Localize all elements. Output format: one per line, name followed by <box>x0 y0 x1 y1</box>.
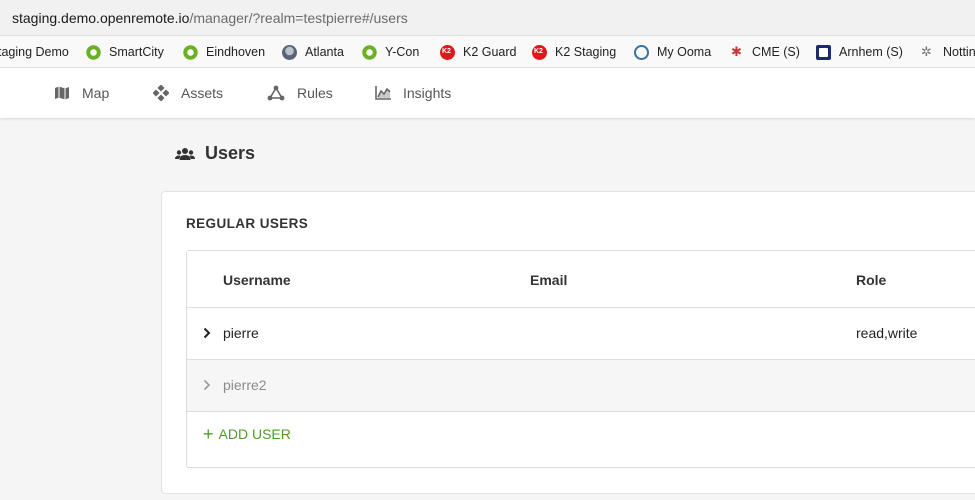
table-row[interactable]: pierre2 <box>187 360 975 412</box>
k2-icon <box>440 44 455 60</box>
add-user-label: ADD USER <box>218 426 291 442</box>
k2-icon <box>532 44 547 60</box>
url-text[interactable]: staging.demo.openremote.io/manager/?real… <box>12 10 408 26</box>
openremote-icon <box>86 44 101 60</box>
rules-icon <box>267 85 285 101</box>
bookmark-label: Eindhoven <box>206 45 266 59</box>
page-title-text: Users <box>205 143 256 163</box>
ooma-icon <box>634 44 649 60</box>
regular-users-card: REGULAR USERS Username Email Role pierre… <box>161 191 975 494</box>
nav-label: Assets <box>181 85 224 101</box>
page-title: Users <box>175 143 255 164</box>
bookmark-atlanta[interactable]: Atlanta <box>282 42 344 62</box>
bookmark-label: Arnhem (S) <box>839 45 903 59</box>
card-heading: REGULAR USERS <box>186 216 309 231</box>
openremote-icon <box>183 44 198 60</box>
bookmark-k2-staging[interactable]: K2 Staging <box>532 42 616 62</box>
chevron-right-icon[interactable] <box>203 327 211 339</box>
url-path: /manager/?realm=testpierre#/users <box>189 10 408 26</box>
add-user-button[interactable]: + ADD USER <box>203 424 291 444</box>
bookmark-my-ooma[interactable]: My Ooma <box>634 42 711 62</box>
bookmark-cme[interactable]: CME (S) <box>729 42 800 62</box>
nottingham-icon <box>920 44 935 60</box>
assets-icon <box>153 85 169 101</box>
bookmark-label: Atlanta <box>305 45 344 59</box>
bookmark-label: Y-Con <box>385 45 420 59</box>
column-header-username[interactable]: Username <box>223 272 291 288</box>
nav-map[interactable]: Map <box>54 68 109 118</box>
cme-icon <box>729 44 744 60</box>
nav-label: Map <box>82 85 110 101</box>
openremote-icon <box>362 44 377 60</box>
column-header-role[interactable]: Role <box>856 272 886 288</box>
bookmark-y-con[interactable]: Y-Con <box>362 42 419 62</box>
insights-chart-icon <box>375 86 391 100</box>
bookmark-label: K2 Guard <box>463 45 517 59</box>
bookmark-label: CME (S) <box>752 45 800 59</box>
nav-assets[interactable]: Assets <box>153 68 223 118</box>
url-host: staging.demo.openremote.io <box>12 10 190 26</box>
app-nav-bar: Map Assets Rules Insights <box>0 68 975 118</box>
column-header-email[interactable]: Email <box>530 272 567 288</box>
bookmark-label: SmartCity <box>109 45 164 59</box>
users-table: Username Email Role pierre read,write pi… <box>186 250 975 468</box>
username-cell: pierre2 <box>223 377 267 393</box>
nav-insights[interactable]: Insights <box>375 68 451 118</box>
nav-label: Rules <box>297 85 333 101</box>
bookmark-nottingham[interactable]: Nottin <box>920 42 975 62</box>
atlanta-icon <box>282 44 297 60</box>
role-cell: read,write <box>856 325 918 341</box>
nav-label: Insights <box>403 85 452 101</box>
bookmark-arnhem[interactable]: Arnhem (S) <box>816 42 903 62</box>
bookmark-label: taging Demo <box>0 45 69 59</box>
map-icon <box>55 86 69 100</box>
nav-rules[interactable]: Rules <box>267 68 333 118</box>
chevron-right-icon[interactable] <box>203 379 211 391</box>
bookmark-label: K2 Staging <box>555 45 617 59</box>
bookmarks-bar: taging Demo SmartCity Eindhoven Atlanta … <box>0 36 975 68</box>
plus-icon: + <box>203 424 214 444</box>
bookmark-label: My Ooma <box>657 45 712 59</box>
arnhem-icon <box>816 44 831 60</box>
bookmark-k2-guard[interactable]: K2 Guard <box>440 42 517 62</box>
table-header: Username Email Role <box>187 251 975 308</box>
username-cell: pierre <box>223 325 259 341</box>
table-row[interactable]: pierre read,write <box>187 308 975 360</box>
bookmark-label: Nottin <box>943 45 975 59</box>
browser-url-bar[interactable]: staging.demo.openremote.io/manager/?real… <box>0 0 975 36</box>
users-icon <box>175 147 195 160</box>
bookmark-smartcity[interactable]: SmartCity <box>86 42 164 62</box>
bookmark-staging-demo[interactable]: taging Demo <box>0 42 69 62</box>
bookmark-eindhoven[interactable]: Eindhoven <box>183 42 265 62</box>
